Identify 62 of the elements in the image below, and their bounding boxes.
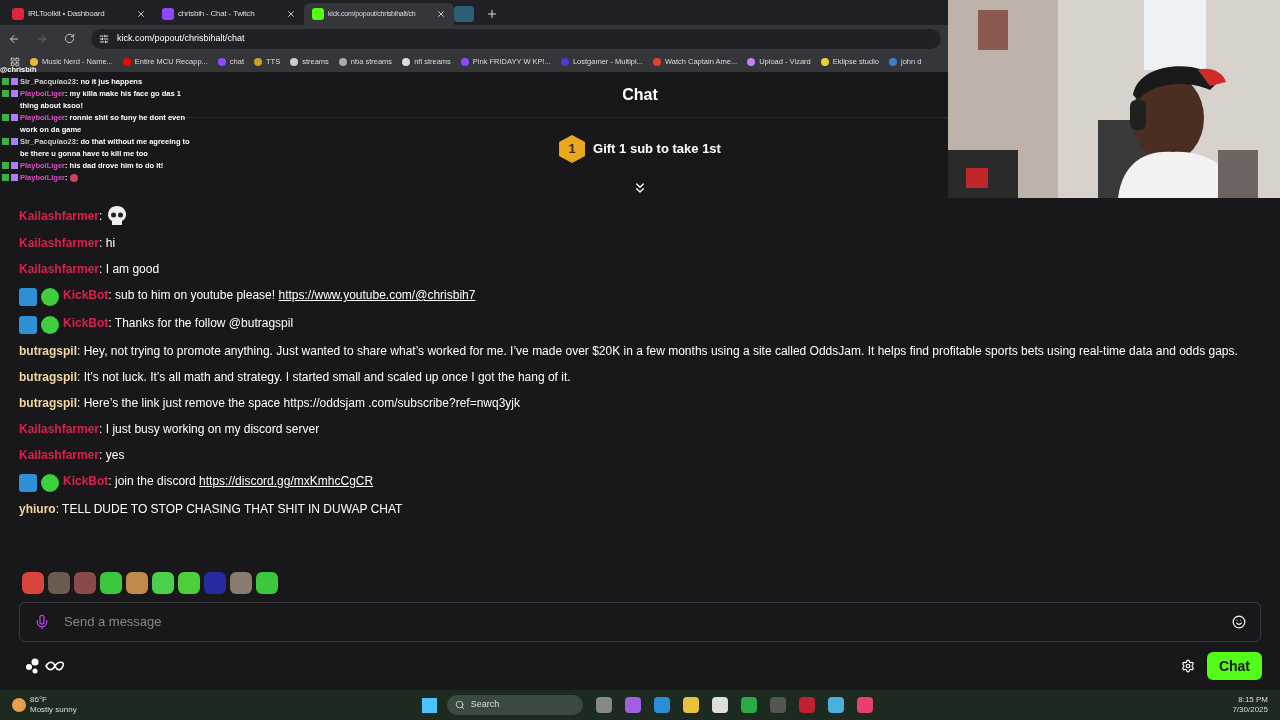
address-bar[interactable]: kick.com/popout/chrisbihalt/chat	[91, 28, 941, 49]
weather-icon	[12, 698, 26, 712]
taskbar-search[interactable]: Search	[446, 695, 583, 715]
start-icon[interactable]	[421, 697, 437, 713]
browser-tab[interactable]: chrisbih - Chat - Twitch	[154, 3, 304, 25]
settings-icon[interactable]	[1180, 659, 1195, 673]
chat-message: KickBot: sub to him on youtube please! https://www.youtube.com/@chrisbih7	[63, 287, 476, 304]
emote-icon[interactable]	[230, 572, 252, 594]
chat-message: butragspil: Hey, not trying to promote anything. Just wanted to share what’s worked for me. I’ve made over $20K in a few months using a site called OddsJam. It helps find profitable sports bets using real-time data and odds gaps.	[19, 343, 1238, 360]
gift-prompt[interactable]: Gift 1 sub to take 1st	[593, 139, 721, 159]
moderator-badge-icon	[19, 474, 37, 492]
emote-icon[interactable]	[126, 572, 148, 594]
weather-text: Mostly sunny	[30, 705, 77, 715]
message-link[interactable]: https://discord.gg/mxKmhcCgCR	[199, 474, 374, 488]
emote-icon[interactable]	[22, 572, 44, 594]
new-tab-icon[interactable]	[486, 8, 498, 20]
moderator-badge-icon	[19, 288, 37, 306]
chat-message: KickBot: Thanks for the follow @butragspil	[63, 315, 294, 332]
chat-message: KickBot: join the discord https://discord.gg/mxKmhcCgCR	[63, 473, 374, 490]
chat-message: Kailashfarmer: yes	[19, 447, 125, 464]
chat-message: butragspil: Here’s the link just remove the space https://oddsjam .com/subscribe?ref=nwq3yjk	[19, 395, 520, 412]
skull-emote-icon	[106, 205, 129, 227]
emoji-icon[interactable]	[1232, 615, 1246, 629]
chat-message: Kailashfarmer:	[19, 208, 103, 225]
apps-icon[interactable]	[10, 57, 20, 67]
browser-tab[interactable]: IRLToolkit • Dashboard	[4, 3, 154, 25]
close-icon[interactable]	[286, 9, 296, 19]
chat-title: Chat	[622, 84, 658, 105]
taskbar-app-icon[interactable]	[740, 697, 757, 713]
chat-message: butragspil: It’s not luck. It’s all math and strategy. I started small and scaled up once I got the hang of it.	[19, 369, 571, 386]
verified-badge-icon	[41, 316, 59, 334]
search-icon	[454, 700, 465, 710]
site-settings-icon[interactable]	[99, 33, 109, 44]
reload-icon[interactable]	[64, 33, 75, 44]
taskbar-app-icon[interactable]	[682, 697, 699, 713]
emote-icon[interactable]	[256, 572, 278, 594]
emote-icon[interactable]	[100, 572, 122, 594]
close-icon[interactable]	[436, 9, 446, 19]
emote-icon[interactable]	[152, 572, 174, 594]
emote-icon[interactable]	[178, 572, 200, 594]
emote-icon	[69, 174, 78, 182]
infinity-icon	[26, 658, 64, 674]
message-bar[interactable]: Send a message	[19, 602, 1261, 642]
chat-message: Kailashfarmer: I am good	[19, 261, 160, 278]
message-input[interactable]: Send a message	[64, 612, 1218, 632]
verified-badge-icon	[41, 474, 59, 492]
taskbar-app-icon[interactable]	[711, 697, 728, 713]
clock-time: 8:15 PM	[1238, 695, 1268, 705]
verified-badge-icon	[41, 288, 59, 306]
message-link[interactable]: https://www.youtube.com/@chrisbih7	[278, 288, 476, 302]
chat-message: yhiuro: TELL DUDE TO STOP CHASING THAT SHIT IN DUWAP CHAT	[19, 501, 403, 518]
temperature: 86°F	[30, 695, 48, 705]
moderator-badge-icon	[19, 316, 37, 334]
rank-badge: 1	[559, 135, 586, 163]
send-chat-button[interactable]: Chat	[1206, 652, 1262, 680]
microphone-icon[interactable]	[34, 614, 50, 630]
chat-message: Kailashfarmer: hi	[19, 235, 116, 252]
clock-date: 7/30/2025	[1232, 705, 1268, 715]
taskbar-app-icon[interactable]	[827, 697, 844, 713]
back-icon[interactable]	[8, 32, 20, 45]
close-icon[interactable]	[136, 9, 146, 19]
chat-message: Kailashfarmer: I just busy working on my discord server	[19, 421, 320, 438]
